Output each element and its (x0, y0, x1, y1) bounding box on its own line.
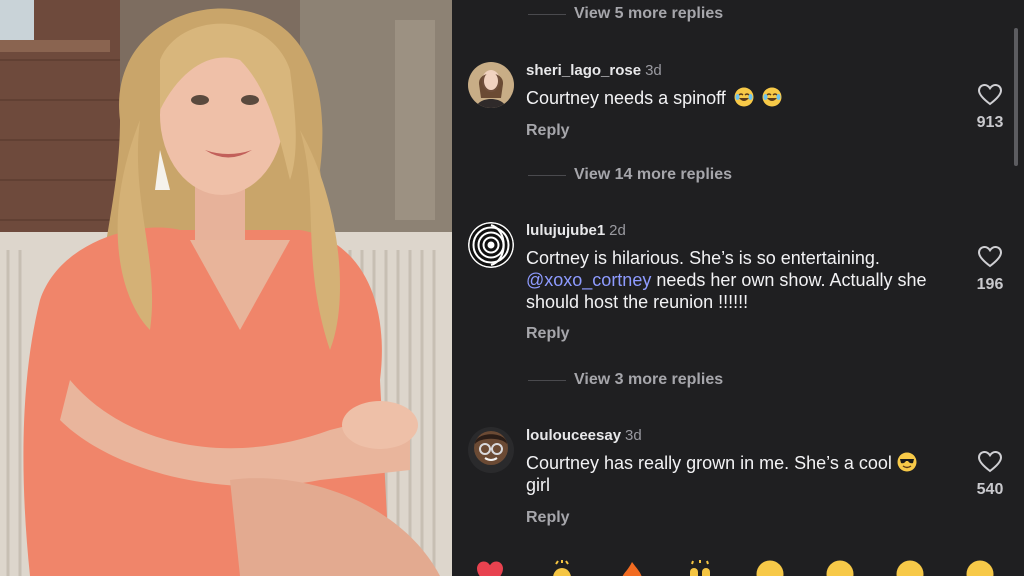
video-frame (0, 0, 452, 576)
heart-icon[interactable] (978, 246, 1002, 268)
comment-body: Courtney has really grown in me. She’s a… (526, 453, 892, 473)
comment-text: Courtney needs a spinoff (526, 87, 936, 109)
username-text[interactable]: loulouceesay (526, 427, 621, 444)
memoji-avatar-icon[interactable] (468, 427, 514, 473)
grin-emoji[interactable] (826, 560, 854, 576)
smile-emoji[interactable] (756, 560, 784, 576)
reply-button[interactable]: Reply (526, 509, 570, 527)
comment-item: sheri_lago_rose 3d Courtney needs a spino… (468, 62, 1008, 212)
comment-body: Courtney needs a spinoff (526, 88, 726, 108)
comment-age: 3d (625, 427, 642, 444)
comment-body-continued: girl (526, 475, 551, 495)
raised-hands-emoji[interactable] (686, 560, 714, 576)
view-more-replies-button[interactable]: View 5 more replies (528, 5, 723, 23)
view-more-replies-button[interactable]: View 3 more replies (528, 371, 723, 389)
sunglasses-emoji (897, 452, 917, 472)
thread-divider (528, 379, 566, 381)
spiral-avatar-icon[interactable] (468, 222, 514, 268)
clap-emoji[interactable] (548, 560, 576, 576)
username-text[interactable]: sheri_lago_rose (526, 62, 641, 79)
comment-text: Cortney is hilarious. She’s is so entert… (526, 247, 936, 313)
comment-text: Courtney has really grown in me. She’s a… (526, 452, 936, 496)
comment-age: 3d (645, 62, 662, 79)
username-text[interactable]: lulujujube1 (526, 222, 605, 239)
heart-icon[interactable] (978, 451, 1002, 473)
comments-panel[interactable]: View 5 more replies sheri_lago_rose 3d Co… (452, 0, 1024, 576)
emoji-reaction-bar[interactable] (452, 560, 1024, 576)
view-more-replies-label: View 14 more replies (574, 166, 733, 183)
thread-divider (528, 13, 566, 15)
like-count: 540 (976, 481, 1004, 498)
video-frame-image (0, 0, 452, 576)
reply-button[interactable]: Reply (526, 122, 570, 140)
like-control[interactable]: 913 (972, 84, 1008, 132)
like-control[interactable]: 540 (972, 451, 1008, 499)
heart-icon[interactable] (978, 84, 1002, 106)
comment-username[interactable]: loulouceesay 3d (526, 427, 642, 444)
comment-username[interactable]: lulujujube1 2d (526, 222, 626, 239)
like-control[interactable]: 196 (972, 246, 1008, 294)
profile-photo-icon[interactable] (468, 62, 514, 108)
joy-emoji (734, 87, 754, 107)
comment-body: Cortney is hilarious. She’s is so entert… (526, 248, 880, 268)
fire-emoji[interactable] (618, 560, 646, 576)
comment-username[interactable]: sheri_lago_rose 3d (526, 62, 662, 79)
comment-age: 2d (609, 222, 626, 239)
view-more-replies-label: View 5 more replies (574, 5, 724, 22)
view-more-replies-label: View 3 more replies (574, 371, 724, 388)
joy-emoji (762, 87, 782, 107)
reply-button[interactable]: Reply (526, 325, 570, 343)
heart-emoji[interactable] (476, 560, 504, 576)
thread-divider (528, 174, 566, 176)
view-more-replies-button[interactable]: View 14 more replies (528, 166, 732, 184)
mention-link[interactable]: @xoxo_cortney (526, 270, 651, 290)
like-count: 913 (976, 114, 1004, 131)
like-count: 196 (976, 276, 1004, 293)
laugh-emoji[interactable] (896, 560, 924, 576)
scrollbar[interactable] (1014, 28, 1018, 166)
comment-item: loulouceesay 3d Courtney has really grown… (468, 427, 1008, 537)
wink-emoji[interactable] (966, 560, 994, 576)
comment-item: lulujujube1 2d Cortney is hilarious. She’… (468, 222, 1008, 362)
